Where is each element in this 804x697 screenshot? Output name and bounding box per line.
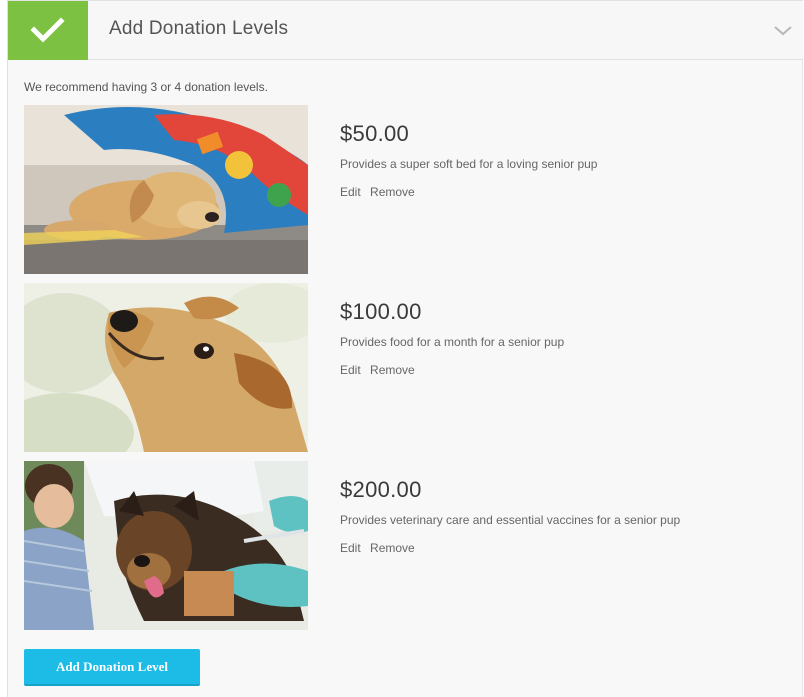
- edit-link[interactable]: Edit: [340, 185, 361, 199]
- donation-levels-panel: Add Donation Levels We recommend having …: [7, 0, 803, 697]
- edit-link[interactable]: Edit: [340, 541, 361, 555]
- completed-status-badge: [8, 1, 88, 60]
- donation-amount: $200.00: [340, 477, 422, 502]
- section-title: Add Donation Levels: [109, 18, 289, 39]
- checkmark-icon: [30, 17, 65, 43]
- donation-description: Provides veterinary care and essential v…: [340, 513, 681, 527]
- remove-link[interactable]: Remove: [370, 185, 415, 199]
- remove-link[interactable]: Remove: [370, 541, 415, 555]
- remove-link[interactable]: Remove: [370, 363, 415, 377]
- donation-description: Provides a super soft bed for a loving s…: [340, 157, 598, 171]
- donation-amount: $50.00: [340, 121, 410, 146]
- level-actions: Edit Remove: [340, 541, 421, 555]
- dog-sleeping-under-blanket-photo: [24, 105, 308, 274]
- level-actions: Edit Remove: [340, 185, 421, 199]
- donation-amount: $100.00: [340, 299, 422, 324]
- edit-link[interactable]: Edit: [340, 363, 361, 377]
- level-actions: Edit Remove: [340, 363, 421, 377]
- dog-at-vet-photo: [24, 461, 308, 630]
- donation-level-item: $50.00 Provides a super soft bed for a l…: [24, 105, 794, 275]
- donation-description: Provides food for a month for a senior p…: [340, 335, 565, 349]
- donation-level-item: $100.00 Provides food for a month for a …: [24, 283, 794, 453]
- dog-looking-up-photo: [24, 283, 308, 452]
- intro-text: We recommend having 3 or 4 donation leve…: [24, 80, 268, 94]
- section-header[interactable]: Add Donation Levels: [8, 0, 803, 60]
- add-donation-level-button[interactable]: Add Donation Level: [24, 649, 200, 686]
- donation-level-item: $200.00 Provides veterinary care and ess…: [24, 461, 794, 631]
- chevron-down-icon[interactable]: [773, 23, 793, 37]
